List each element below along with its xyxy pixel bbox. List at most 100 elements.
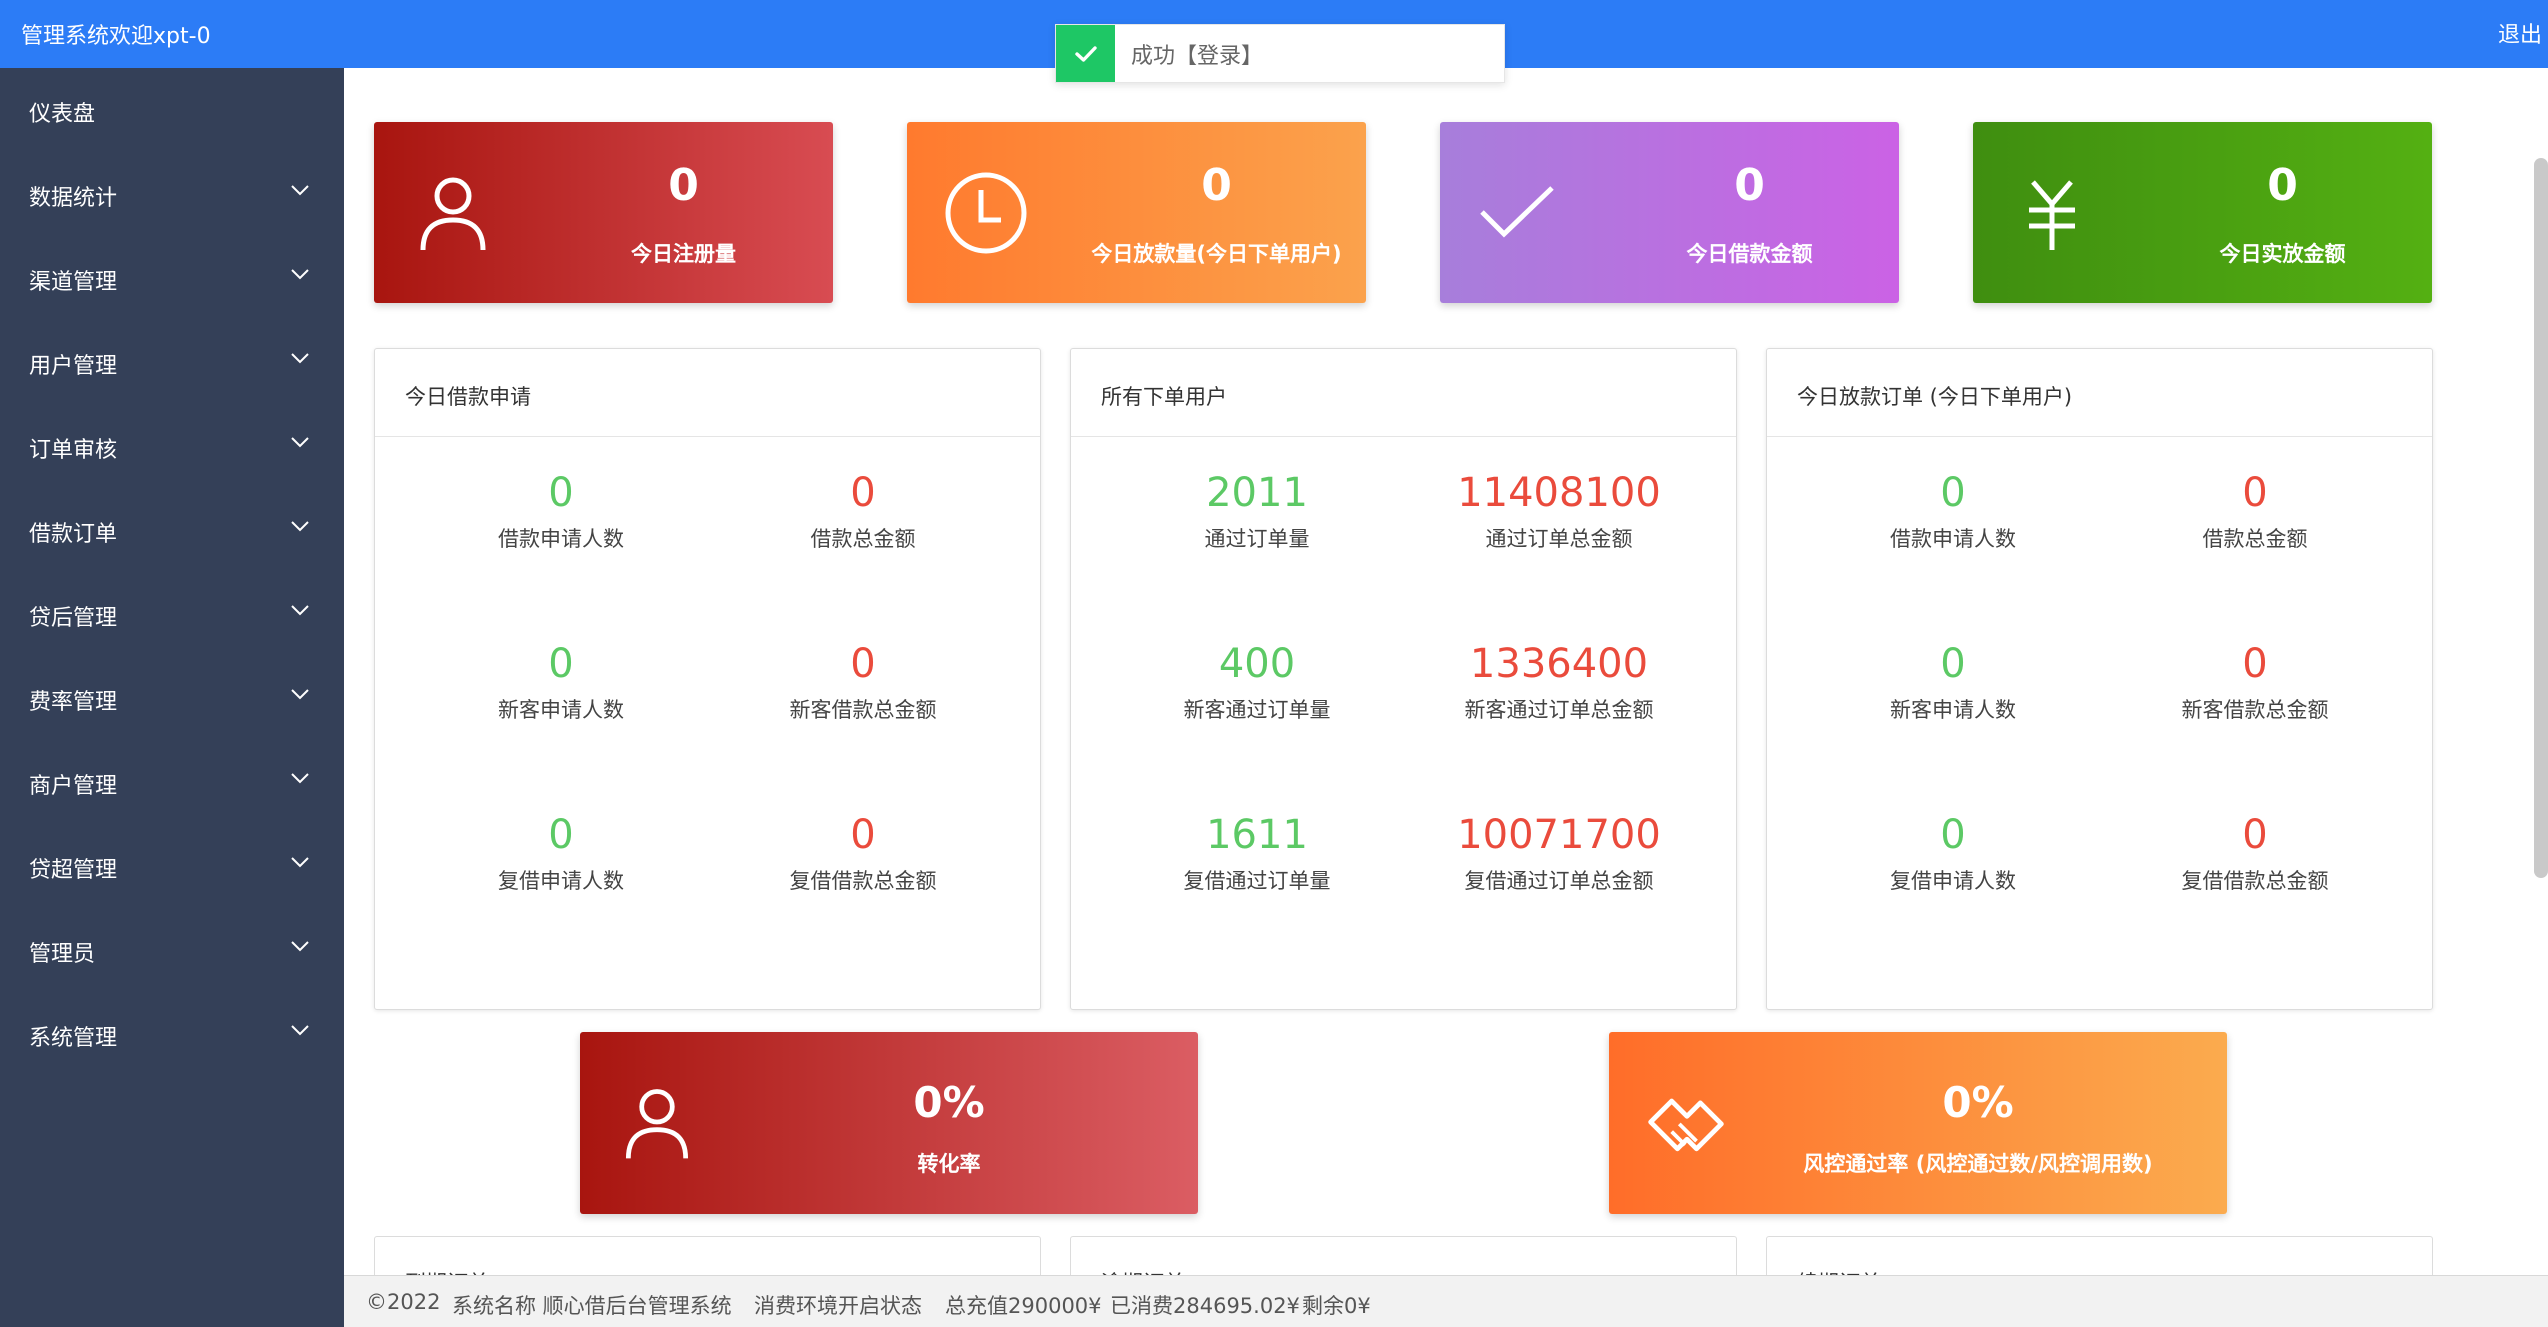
sidebar-item-merchants[interactable]: 商户管理 [0,740,344,824]
metric-value: 0 [548,470,574,516]
sidebar-item-label: 费率管理 [29,690,118,715]
footer-consumed: 已消费284695.02¥ [1110,1294,1300,1318]
main-content: 0 今日注册量 0 今日放款量(今日下单用户) 0 今日借款金额 0 今日实放金… [344,68,2548,1275]
sidebar-item-data-stats[interactable]: 数据统计 [0,152,344,236]
chevron-down-icon [290,178,310,203]
toast-message: 成功【登录】 [1131,43,1264,69]
metric: 0 复借申请人数 [1803,811,2103,895]
footer-total-recharge: 总充值290000¥ [945,1294,1102,1318]
metric-label: 复借借款总金额 [2181,869,2329,893]
sidebar-item-users[interactable]: 用户管理 [0,320,344,404]
metric-value: 11408100 [1457,470,1661,516]
metric: 0 借款总金额 [713,469,1013,553]
stat-card-registrations: 0 今日注册量 [374,122,833,303]
sidebar-item-label: 用户管理 [29,354,118,379]
stat-label: 今日借款金额 [1686,242,1813,266]
sidebar-item-loan-orders[interactable]: 借款订单 [0,488,344,572]
success-toast: 成功【登录】 [1055,24,1505,83]
metric-value: 0 [1940,470,1966,516]
sidebar-item-dashboard[interactable]: 仪表盘 [0,68,344,152]
rate-value: 0% [1942,1078,2014,1127]
stat-value: 0 [1734,160,1765,211]
chevron-down-icon [290,682,310,707]
sidebar-item-order-review[interactable]: 订单审核 [0,404,344,488]
metric: 0 新客申请人数 [1803,640,2103,724]
sidebar-item-channels[interactable]: 渠道管理 [0,236,344,320]
metric-value: 0 [850,470,876,516]
welcome-text: 欢迎xpt-0 [109,24,211,49]
metric-label: 新客借款总金额 [789,698,937,722]
footer: ©2022 系统名称 顺心借后台管理系统 消费环境开启状态 总充值290000¥… [344,1275,2548,1327]
metric: 0 借款申请人数 [1803,469,2103,553]
sidebar-item-label: 商户管理 [29,774,118,799]
metric: 10071700 复借通过订单总金额 [1409,811,1709,895]
sidebar-item-post-loan[interactable]: 贷后管理 [0,572,344,656]
panel-today-loan-applications: 今日借款申请 0 借款申请人数 0 借款总金额 0 新客申请人数 0 新客借款总金额 0… [374,348,1041,1010]
metric-label: 复借申请人数 [498,869,624,893]
stat-value: 0 [1201,160,1232,211]
rate-label: 风控通过率 (风控通过数/风控调用数) [1803,1152,2153,1176]
metric-label: 借款总金额 [810,527,916,551]
sidebar-item-system[interactable]: 系统管理 [0,992,344,1076]
stat-card-loan-amount: 0 今日借款金额 [1440,122,1899,303]
metric-label: 通过订单量 [1204,527,1310,551]
metric: 0 新客借款总金额 [713,640,1013,724]
brand-title: 管理系统 [21,24,110,49]
sidebar-item-loan-market[interactable]: 贷超管理 [0,824,344,908]
panel-overdue-orders: 逾期订单 [1070,1236,1737,1275]
metric-label: 复借借款总金额 [789,869,937,893]
panel-due-orders: 到期订单 [374,1236,1041,1275]
sidebar-item-rates[interactable]: 费率管理 [0,656,344,740]
panel-title: 今日放款订单 (今日下单用户) [1767,349,2432,437]
metric-label: 借款申请人数 [1890,527,2016,551]
sidebar-item-label: 订单审核 [29,438,118,463]
sidebar-item-label: 贷超管理 [29,858,118,883]
metric-label: 新客通过订单总金额 [1464,698,1654,722]
metric-value: 2011 [1206,470,1308,516]
sidebar-item-label: 系统管理 [29,1026,118,1051]
stat-value: 0 [2267,160,2298,211]
metric: 1336400 新客通过订单总金额 [1409,640,1709,724]
check-icon [1474,168,1564,258]
metric: 1611 复借通过订单量 [1107,811,1407,895]
metric: 400 新客通过订单量 [1107,640,1407,724]
metric-value: 10071700 [1457,812,1661,858]
chevron-down-icon [290,346,310,371]
footer-system-name: 系统名称 顺心借后台管理系统 [452,1294,732,1318]
metric-value: 1336400 [1469,641,1649,687]
rate-label: 转化率 [917,1152,981,1176]
stat-value: 0 [668,160,699,211]
metric-label: 借款总金额 [2202,527,2308,551]
metric-label: 新客申请人数 [1890,698,2016,722]
metric-label: 新客通过订单量 [1183,698,1331,722]
chevron-down-icon [290,598,310,623]
chevron-down-icon [290,514,310,539]
logout-button[interactable]: 退出 [2498,17,2542,49]
footer-env-status: 消费环境开启状态 [754,1294,922,1318]
vertical-scrollbar[interactable] [2534,158,2548,878]
chevron-down-icon [290,850,310,875]
metric: 11408100 通过订单总金额 [1409,469,1709,553]
metric: 0 复借借款总金额 [2105,811,2405,895]
panel-title: 所有下单用户 [1071,349,1736,437]
stat-label: 今日放款量(今日下单用户) [1091,242,1342,266]
sidebar-item-label: 渠道管理 [29,270,118,295]
panel-title: 到期订单 [375,1237,1040,1275]
panel-title: 续期订单 [1767,1237,2432,1275]
metric: 0 复借申请人数 [411,811,711,895]
metric: 0 复借借款总金额 [713,811,1013,895]
sidebar-item-admins[interactable]: 管理员 [0,908,344,992]
chevron-down-icon [290,1018,310,1043]
metric-value: 0 [850,641,876,687]
metric-value: 0 [1940,641,1966,687]
footer-remaining: 剩余0¥ [1302,1294,1371,1318]
sidebar-item-label: 数据统计 [29,186,118,211]
metric-value: 0 [2242,812,2268,858]
footer-copyright: ©2022 [366,1290,441,1314]
chevron-down-icon [290,934,310,959]
metric: 0 新客申请人数 [411,640,711,724]
metric-value: 0 [2242,641,2268,687]
sidebar-item-label: 贷后管理 [29,606,118,631]
metric-label: 复借通过订单量 [1183,869,1331,893]
chevron-down-icon [290,262,310,287]
